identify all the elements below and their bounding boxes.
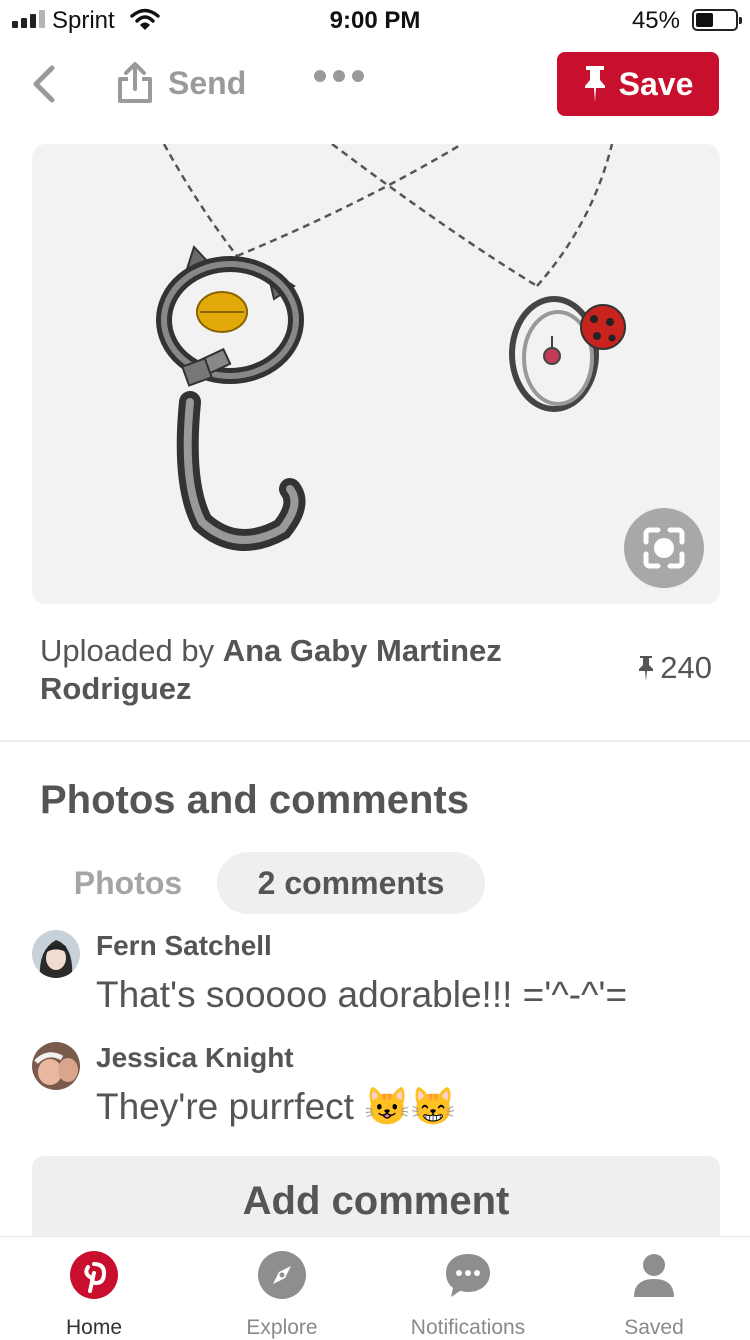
tab-photos[interactable]: Photos (40, 852, 216, 914)
tab-saved-label: Saved (624, 1316, 684, 1339)
battery-icon (692, 9, 742, 31)
add-comment-button[interactable]: Add comment (32, 1156, 720, 1246)
divider (0, 740, 750, 742)
tab-comments[interactable]: 2 comments (217, 852, 485, 914)
profile-icon (634, 1254, 674, 1297)
comment-author[interactable]: Jessica Knight (96, 1042, 294, 1074)
tab-notifications-label: Notifications (410, 1316, 526, 1339)
visual-search-icon[interactable] (624, 508, 704, 588)
compass-icon (258, 1251, 306, 1299)
pushpin-icon (584, 66, 605, 102)
comment-author[interactable]: Fern Satchell (96, 930, 272, 962)
send-label: Send (168, 64, 247, 101)
tab-explore[interactable]: Explore (202, 1247, 362, 1340)
save-button[interactable]: Save (557, 52, 719, 116)
share-upload-icon (118, 62, 152, 103)
save-label: Save (618, 65, 694, 102)
tab-home-label: Home (65, 1316, 123, 1339)
speech-bubble-icon (446, 1254, 490, 1297)
status-bar: Sprint 9:00 PM 45% (0, 0, 750, 40)
uploaded-by-text: Uploaded by Ana Gaby Martinez Rodriguez (40, 632, 600, 708)
back-arrow-icon[interactable] (28, 64, 62, 104)
tab-notifications[interactable]: Notifications (388, 1247, 548, 1340)
more-options-icon[interactable] (314, 70, 364, 82)
tab-home[interactable]: Home (14, 1247, 174, 1340)
pushpin-small-icon (639, 656, 654, 681)
photos-and-comments-heading: Photos and comments (40, 778, 469, 822)
tab-explore-label: Explore (246, 1316, 318, 1339)
bottom-tab-bar: Home Explore Notifications Saved (0, 1236, 750, 1339)
comment-text: That's sooooo adorable!!! ='^-^'= (96, 974, 628, 1015)
uploaded-by-prefix: Uploaded by (40, 633, 223, 668)
pin-toolbar: Send Save (0, 52, 750, 118)
avatar[interactable] (32, 930, 80, 978)
battery-percentage: 45% (631, 7, 680, 34)
comment-text: They're purrfect 😺😸 (96, 1086, 457, 1127)
pin-image[interactable] (32, 144, 720, 604)
tab-saved[interactable]: Saved (574, 1247, 734, 1340)
pinterest-logo-icon (70, 1251, 118, 1299)
necklace-illustration (156, 144, 626, 551)
save-count-value: 240 (660, 650, 712, 685)
avatar[interactable] (32, 1042, 80, 1090)
save-count: 240 (638, 650, 712, 686)
send-button[interactable]: Send (116, 62, 246, 104)
